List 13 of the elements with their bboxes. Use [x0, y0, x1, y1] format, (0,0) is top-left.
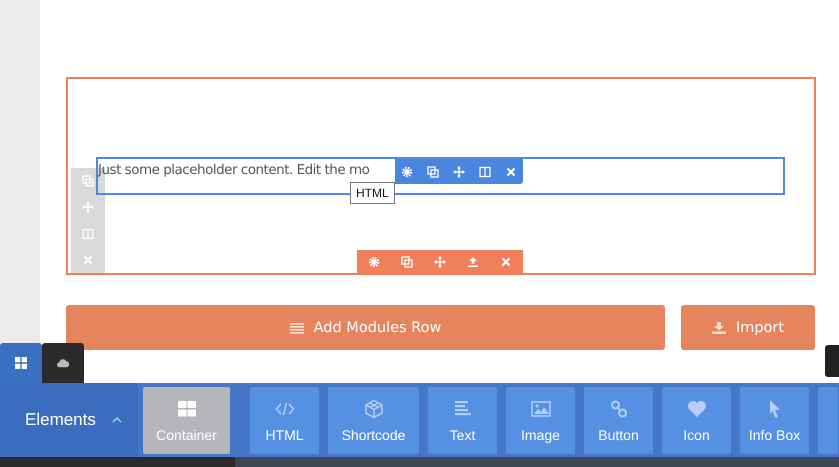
element-tile[interactable]: Image [506, 387, 575, 454]
elements-toggle[interactable]: Elements [0, 383, 138, 457]
element-tile[interactable]: Text [428, 387, 497, 454]
element-tile[interactable]: Button [584, 387, 653, 454]
module-text: Just some placeholder content. Edit the mo [98, 161, 370, 178]
element-tile[interactable]: HTML [250, 387, 319, 454]
add-row-button[interactable]: Add Modules Row [66, 305, 665, 350]
element-tile[interactable]: Icon [662, 387, 731, 454]
element-tile[interactable]: Shortcode [328, 387, 419, 454]
import-button[interactable]: Import [681, 305, 815, 350]
element-tile[interactable]: Info Box [740, 387, 809, 454]
element-tile[interactable]: Container [143, 387, 230, 454]
tooltip: HTML [350, 182, 395, 204]
